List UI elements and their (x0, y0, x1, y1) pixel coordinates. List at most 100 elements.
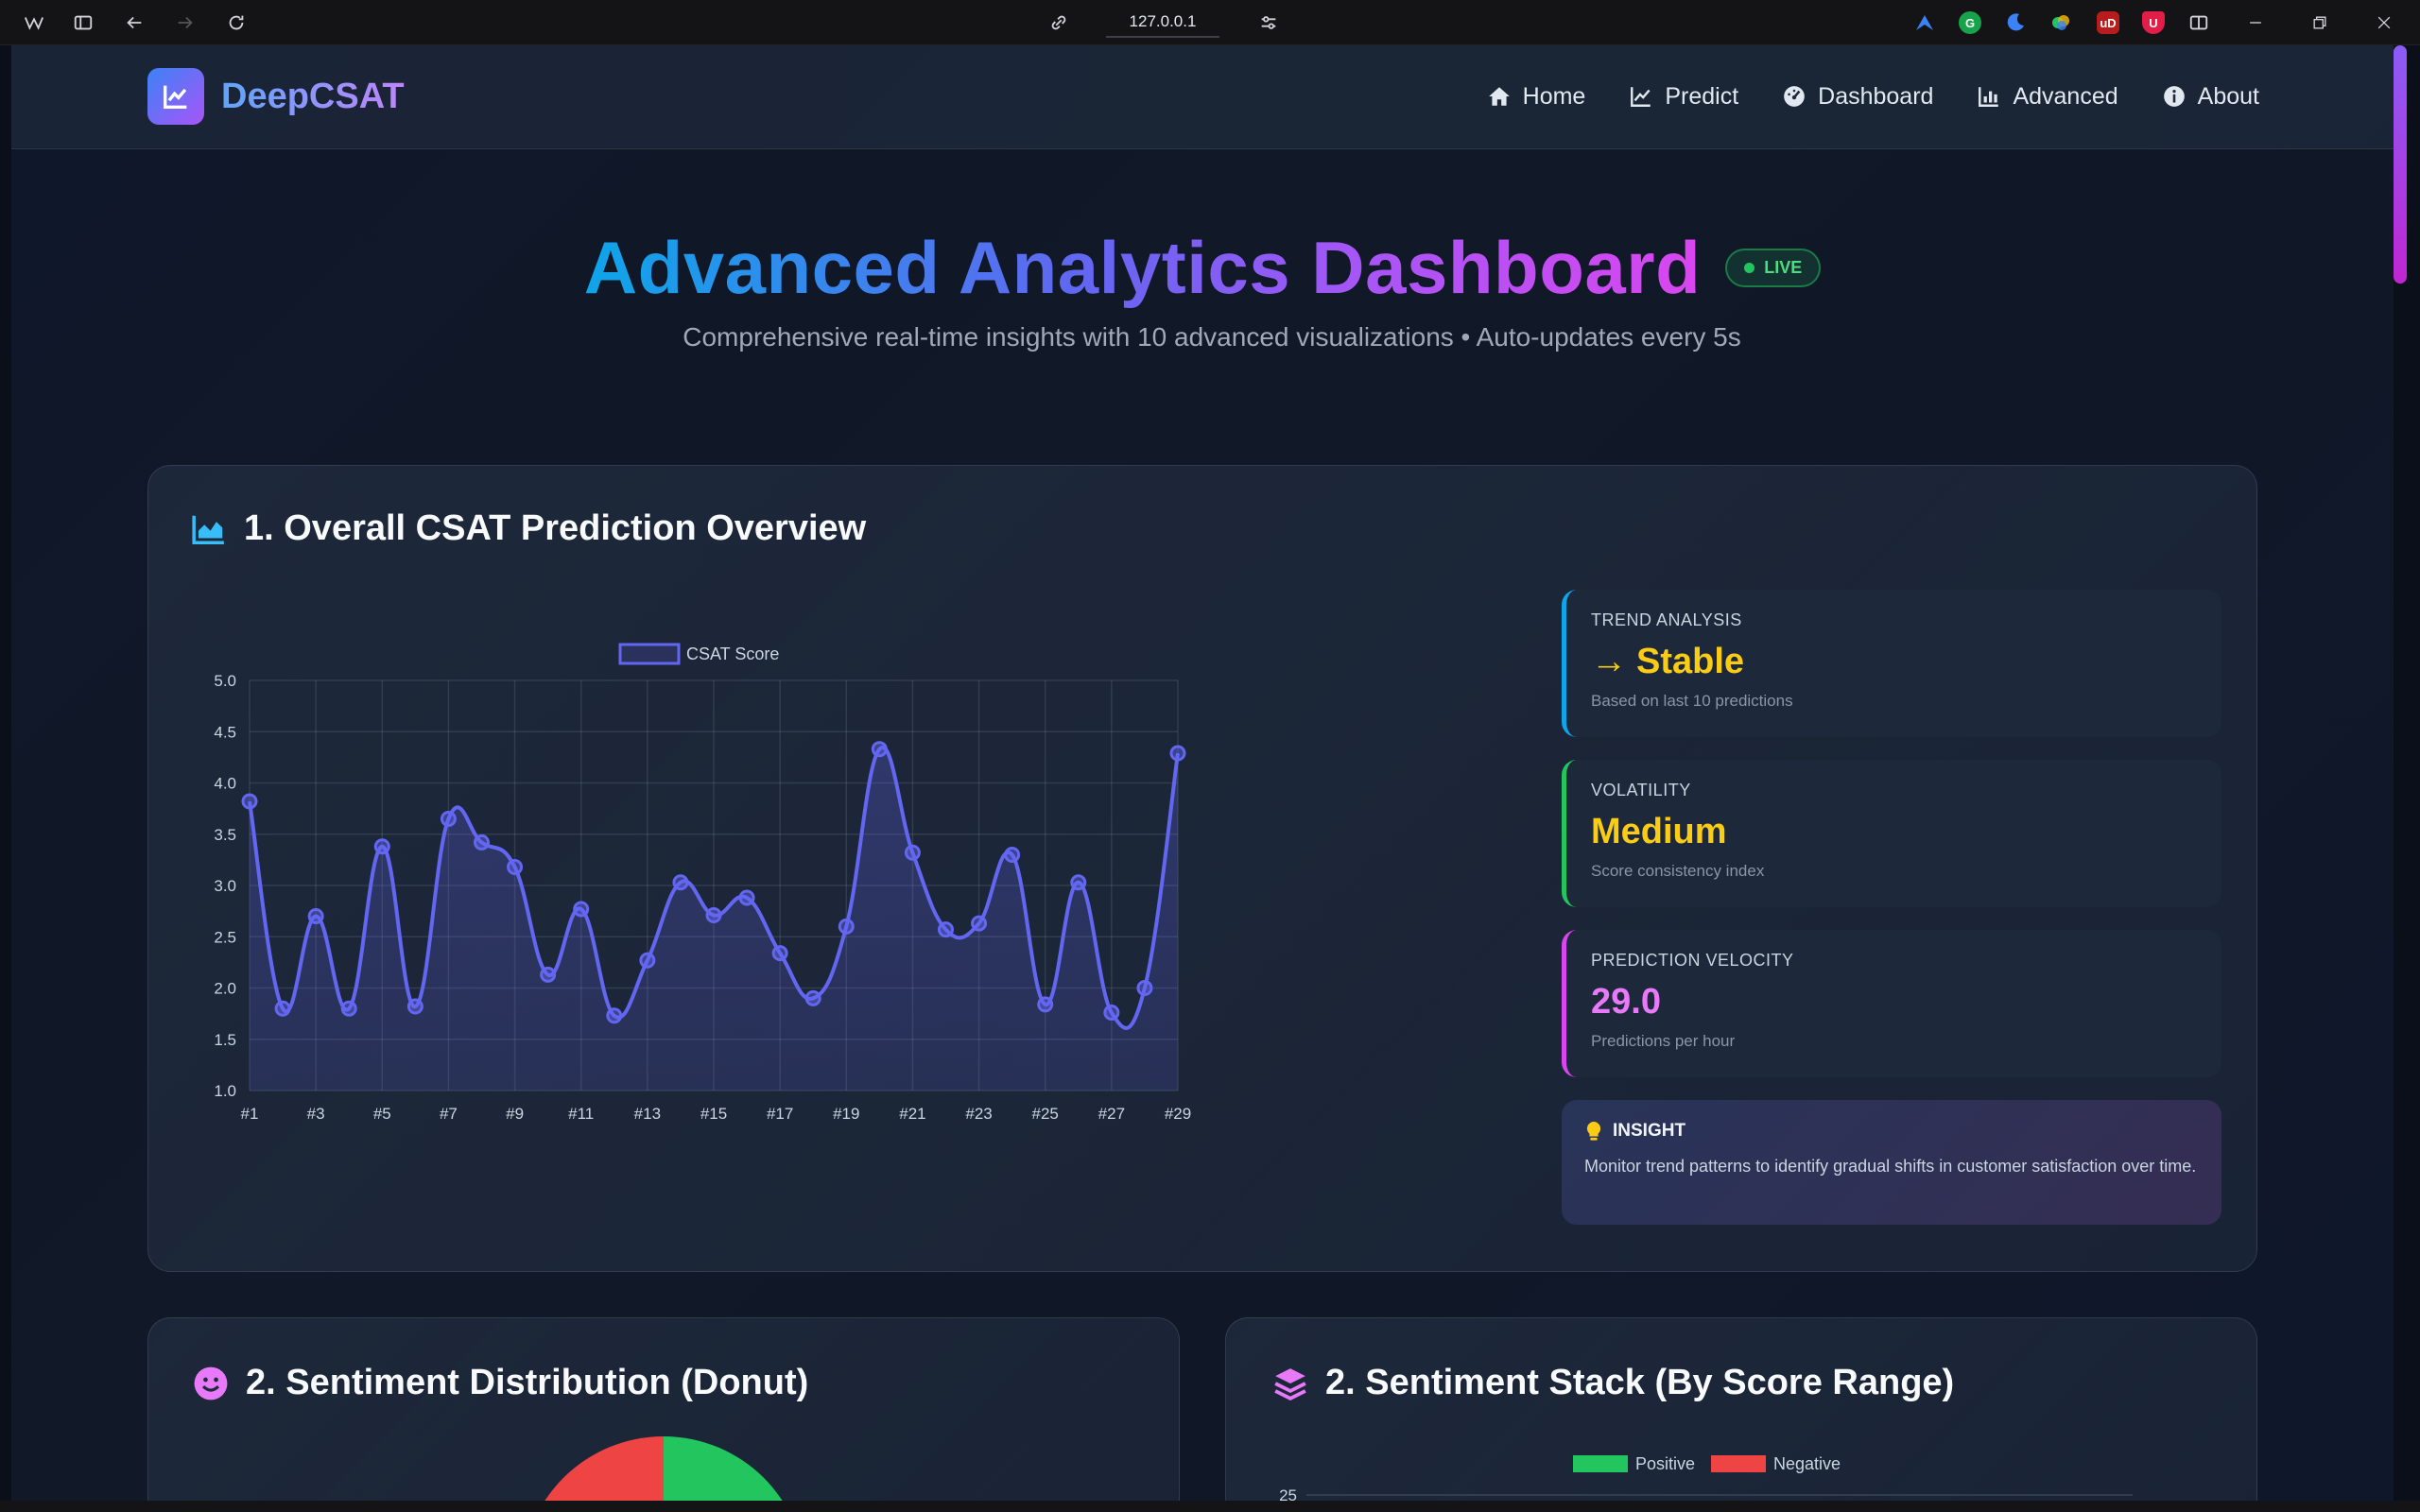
brand[interactable]: DeepCSAT (147, 68, 405, 125)
nav-links: Home Predict Dashboard Advanced About (1487, 74, 2259, 119)
x-tick-label: #17 (767, 1105, 793, 1123)
page-title: Advanced Analytics Dashboard (583, 225, 1702, 309)
nav-home-label: Home (1522, 82, 1586, 110)
overview-title: 1. Overall CSAT Prediction Overview (244, 508, 867, 548)
stat-prediction-velocity: PREDICTION VELOCITY 29.0 Predictions per… (1562, 930, 2221, 1077)
y-tick-label: 25 (1279, 1486, 1297, 1501)
x-tick-label: #23 (965, 1105, 992, 1123)
insight-box: INSIGHT Monitor trend patterns to identi… (1562, 1100, 2221, 1225)
donut-slice-positive[interactable] (664, 1436, 805, 1501)
data-point (1136, 980, 1153, 996)
sentiment-donut-chart (522, 1436, 805, 1501)
stat-volatility: VOLATILITY Medium Score consistency inde… (1562, 760, 2221, 907)
data-point (573, 901, 590, 918)
chart-line-icon (1631, 87, 1651, 107)
x-tick-label: #3 (307, 1105, 325, 1123)
link-icon[interactable] (1046, 9, 1072, 36)
area-chart-icon (192, 515, 224, 544)
live-badge: LIVE (1725, 248, 1822, 287)
home-icon (1488, 87, 1510, 106)
window-bottom-edge (0, 1501, 2420, 1512)
x-tick-label: #29 (1165, 1105, 1191, 1123)
minimize-icon[interactable] (2242, 9, 2269, 36)
y-tick-label: 1.0 (214, 1082, 236, 1100)
data-point (540, 966, 557, 983)
stat-value-text: Stable (1636, 642, 1745, 681)
extension-arrow-icon[interactable] (1913, 11, 1936, 34)
data-point (606, 1007, 623, 1024)
donut-slice-negative[interactable] (522, 1436, 664, 1501)
nav-dashboard[interactable]: Dashboard (1782, 74, 1933, 119)
legend-swatch-negative (1711, 1455, 1766, 1472)
insight-text: Monitor trend patterns to identify gradu… (1584, 1157, 2197, 1176)
forward-icon[interactable] (172, 9, 199, 36)
stat-label: PREDICTION VELOCITY (1591, 951, 1794, 970)
chart-bar-icon (1979, 87, 1999, 107)
restore-icon[interactable] (2307, 9, 2333, 36)
legend-label-negative: Negative (1773, 1454, 1841, 1473)
data-point (241, 793, 258, 810)
smile-icon (194, 1366, 228, 1400)
back-icon[interactable] (121, 9, 147, 36)
y-tick-label: 1.5 (214, 1031, 236, 1049)
nav-about-label: About (2197, 82, 2259, 110)
sentiment-donut-card-title: 2. Sentiment Distribution (Donut) (193, 1363, 808, 1403)
stat-desc: Score consistency index (1591, 862, 1765, 880)
layers-icon (1274, 1367, 1306, 1400)
site-settings-icon[interactable] (1255, 9, 1282, 36)
stat-value: → Stable (1591, 642, 2197, 682)
page-scrollbar[interactable] (2394, 45, 2407, 284)
sentiment-stack-card-title: 2. Sentiment Stack (By Score Range) (1272, 1363, 1954, 1403)
page-header: Advanced Analytics Dashboard LIVE (11, 215, 2394, 319)
stat-value: 29.0 (1591, 982, 1661, 1022)
gauge-icon (1784, 86, 1805, 107)
brand-name: DeepCSAT (221, 76, 405, 116)
legend-label-positive: Positive (1635, 1454, 1695, 1473)
data-point (705, 906, 722, 923)
moon-icon[interactable] (2004, 11, 2027, 34)
y-axis-ticks: 1.0 1.5 2.0 2.5 3.0 3.5 4.0 4.5 5.0 (214, 672, 236, 1100)
app-navbar: DeepCSAT Home Predict Dashboard Advanced… (11, 45, 2394, 149)
data-point (1037, 996, 1054, 1013)
page-subtitle: Comprehensive real-time insights with 10… (683, 322, 1741, 352)
nav-advanced[interactable]: Advanced (1977, 74, 2118, 119)
browser-logo-icon[interactable] (21, 9, 47, 36)
insight-head: INSIGHT (1584, 1121, 2199, 1142)
color-picker-icon[interactable] (2049, 11, 2072, 34)
y-tick-label: 4.5 (214, 723, 236, 741)
data-point (804, 989, 821, 1006)
live-dot-icon (1744, 262, 1755, 273)
data-point (440, 810, 457, 827)
chart-legend[interactable]: CSAT Score (618, 643, 779, 665)
data-point (307, 908, 324, 925)
stat-label: VOLATILITY (1591, 781, 1691, 799)
nav-dashboard-label: Dashboard (1818, 82, 1934, 110)
close-icon[interactable] (2371, 9, 2397, 36)
sidebar-toggle-icon[interactable] (70, 9, 96, 36)
address-bar[interactable]: 127.0.0.1 (1106, 8, 1219, 38)
sentiment-donut-title: 2. Sentiment Distribution (Donut) (246, 1363, 809, 1402)
x-tick-label: #27 (1098, 1105, 1125, 1123)
nav-predict-label: Predict (1665, 82, 1739, 110)
nav-predict[interactable]: Predict (1629, 74, 1738, 119)
stat-trend-analysis: TREND ANALYSIS → Stable Based on last 10… (1562, 590, 2221, 737)
data-point (1169, 745, 1186, 762)
legend-swatch (618, 643, 681, 665)
nav-home[interactable]: Home (1487, 74, 1586, 119)
grammarly-icon[interactable]: G (1959, 11, 1981, 34)
sentiment-stack-title: 2. Sentiment Stack (By Score Range) (1325, 1363, 1955, 1402)
browser-toolbar: 127.0.0.1 G uD U (0, 0, 2420, 45)
shield-extension-icon[interactable]: U (2142, 11, 2165, 34)
stat-desc: Based on last 10 predictions (1591, 692, 1793, 710)
y-tick-label: 3.5 (214, 826, 236, 844)
split-view-icon[interactable] (2186, 9, 2212, 36)
data-point (1004, 846, 1021, 863)
y-tick-label: 2.5 (214, 928, 236, 946)
reload-icon[interactable] (223, 9, 250, 36)
nav-about[interactable]: About (2162, 74, 2259, 119)
csat-line-chart: CSAT Score 1.0 1.5 2.0 2.5 3.0 3.5 4.0 4.5 5.0 #… (214, 643, 1191, 1123)
ublock-icon[interactable]: uD (2097, 11, 2119, 34)
data-point (274, 1000, 291, 1017)
stat-desc: Predictions per hour (1591, 1032, 1736, 1050)
lightbulb-icon (1586, 1121, 1601, 1141)
